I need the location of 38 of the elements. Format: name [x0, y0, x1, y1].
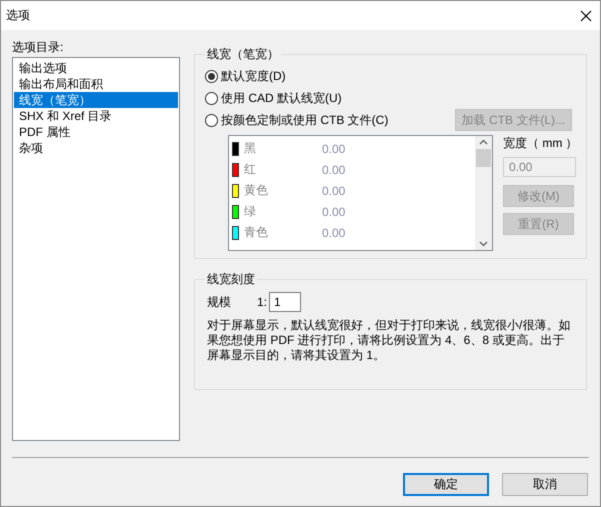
- scrollbar[interactable]: [475, 136, 492, 250]
- category-item[interactable]: SHX 和 Xref 目录: [14, 108, 178, 124]
- color-name: 黄色: [244, 182, 269, 199]
- color-name: 绿: [244, 203, 257, 220]
- category-item[interactable]: 杂项: [14, 140, 178, 156]
- ok-button[interactable]: 确定: [403, 473, 489, 496]
- group-title: 线宽（笔宽）: [206, 46, 280, 63]
- group-title: 线宽刻度: [206, 271, 256, 288]
- width-value: 0.00: [322, 142, 346, 156]
- category-item[interactable]: 输出选项: [14, 60, 178, 76]
- category-item[interactable]: PDF 属性: [14, 124, 178, 140]
- scroll-down-icon[interactable]: [479, 241, 488, 247]
- scroll-up-icon[interactable]: [479, 139, 488, 145]
- category-label: 选项目录:: [12, 39, 64, 56]
- width-value: 0.00: [322, 162, 346, 176]
- color-name: 黑: [244, 140, 257, 157]
- radio-indicator[interactable]: [205, 70, 218, 82]
- cancel-button[interactable]: 取消: [502, 473, 588, 496]
- close-icon[interactable]: [580, 10, 592, 22]
- width-value: 0.00: [322, 226, 346, 240]
- category-item[interactable]: 线宽（笔宽）: [14, 92, 178, 108]
- radio-indicator[interactable]: [205, 92, 218, 104]
- radio-option[interactable]: 按颜色定制或使用 CTB 文件(C): [205, 109, 388, 131]
- width-label: 宽度（ mm ）: [503, 135, 576, 151]
- scale-label: 规模: [206, 294, 232, 310]
- color-name: 红: [244, 161, 257, 178]
- width-value: 0.00: [322, 204, 346, 218]
- scroll-thumb[interactable]: [476, 149, 491, 167]
- color-name: 青色: [244, 224, 269, 241]
- ratio-prefix: 1:: [257, 295, 268, 309]
- radio-indicator[interactable]: [205, 114, 218, 126]
- ratio-field[interactable]: 1: [269, 292, 302, 312]
- scale-description: 对于屏幕显示，默认线宽很好，但对于打印来说，线宽很小/很薄。如果您想使用 PDF 进行打印，请将比例设置为 4、6、8 或更高。出于屏幕显示目的，请将其设置为 1。: [207, 318, 572, 363]
- window-title: 选项: [6, 7, 30, 24]
- radio-option[interactable]: 默认宽度(D): [205, 65, 576, 87]
- category-item[interactable]: 输出布局和面积: [14, 76, 178, 92]
- radio-option[interactable]: 使用 CAD 默认线宽(U): [205, 87, 576, 109]
- width-value: 0.00: [322, 184, 346, 198]
